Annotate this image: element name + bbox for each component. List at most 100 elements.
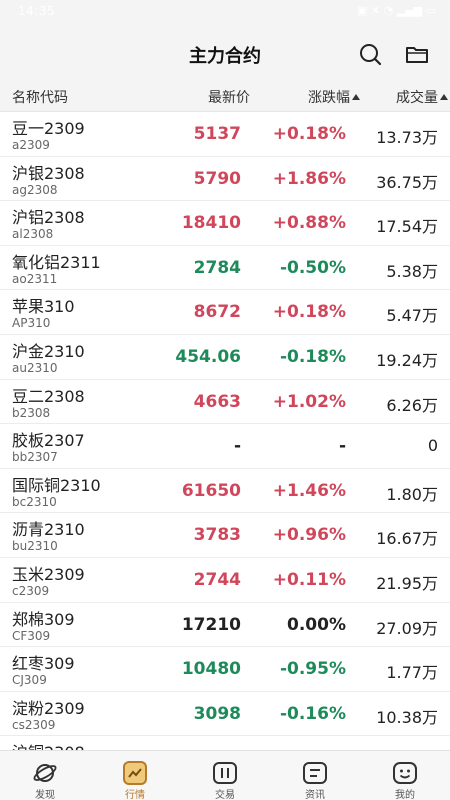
contract-code: ag2308 bbox=[12, 182, 58, 197]
change-percent: -0.18% bbox=[279, 346, 346, 367]
contract-code: c2309 bbox=[12, 583, 50, 598]
tab-market[interactable]: 行情 bbox=[90, 751, 180, 800]
search-button[interactable] bbox=[356, 40, 384, 68]
tab-discover[interactable]: 发现 bbox=[0, 751, 90, 800]
tab-mine[interactable]: 我的 bbox=[360, 751, 450, 800]
trade-icon bbox=[213, 762, 237, 784]
change-percent: - bbox=[338, 436, 346, 457]
contract-code: cs2309 bbox=[12, 717, 56, 732]
last-price: 3783 bbox=[193, 525, 241, 546]
folder-icon bbox=[406, 47, 428, 63]
tab-label: 行情 bbox=[125, 790, 145, 800]
change-percent: -0.16% bbox=[279, 703, 346, 724]
contract-name: 豆二2308 bbox=[12, 386, 85, 406]
change-percent: 0.00% bbox=[287, 614, 346, 635]
quote-row[interactable]: 郑棉309 CF309 17210 0.00% 27.09万 bbox=[0, 603, 450, 648]
col-name: 名称代码 bbox=[12, 90, 68, 106]
contract-code: al2308 bbox=[12, 227, 54, 242]
change-percent: +0.11% bbox=[272, 569, 346, 590]
change-percent: -0.95% bbox=[279, 659, 346, 680]
search-icon bbox=[360, 44, 382, 66]
col-price[interactable]: 最新价 bbox=[208, 87, 250, 107]
contract-name: 沪银2308 bbox=[12, 163, 85, 183]
quote-row[interactable]: 豆二2308 b2308 4663 +1.02% 6.26万 bbox=[0, 380, 450, 425]
contract-name: 胶板2307 bbox=[12, 431, 85, 451]
contract-name: 淀粉2309 bbox=[12, 698, 85, 718]
contract-name: 苹果310 bbox=[12, 297, 75, 317]
header: 主力合约 bbox=[0, 26, 450, 80]
quote-row[interactable]: 沪铝2308 al2308 18410 +0.88% 17.54万 bbox=[0, 201, 450, 246]
volume: 21.95万 bbox=[376, 573, 438, 593]
col-volume-label: 成交量 bbox=[396, 90, 438, 106]
news-icon bbox=[303, 762, 327, 784]
tab-label: 我的 bbox=[395, 790, 415, 800]
volume: 5.47万 bbox=[386, 306, 438, 326]
contract-code: AP310 bbox=[12, 316, 51, 331]
quote-row[interactable]: 氧化铝2311 ao2311 2784 -0.50% 5.38万 bbox=[0, 246, 450, 291]
volume: 6.26万 bbox=[386, 395, 438, 415]
quote-row[interactable]: 胶板2307 bb2307 - - 0 bbox=[0, 424, 450, 469]
volume: 17.54万 bbox=[376, 217, 438, 237]
sort-icon bbox=[440, 94, 448, 100]
contract-name: 豆一2309 bbox=[12, 119, 85, 138]
volume: 19.24万 bbox=[376, 350, 438, 370]
quote-row[interactable]: 沪金2310 au2310 454.06 -0.18% 19.24万 bbox=[0, 335, 450, 380]
change-percent: +0.18% bbox=[272, 302, 346, 323]
volume: 0 bbox=[427, 436, 438, 456]
status-bar: 14:35 ▣ ✕ ◔ ▂▄▆ ▭ bbox=[0, 0, 450, 26]
change-percent: +0.96% bbox=[272, 525, 346, 546]
last-price: 17210 bbox=[181, 614, 241, 635]
sort-icon bbox=[352, 94, 360, 100]
last-price: 10480 bbox=[181, 659, 241, 680]
change-percent: +0.88% bbox=[272, 213, 346, 234]
contract-code: bc2310 bbox=[12, 494, 57, 509]
contract-code: bb2307 bbox=[12, 450, 58, 465]
contract-name: 国际铜2310 bbox=[12, 475, 101, 495]
quote-row[interactable]: 国际铜2310 bc2310 61650 +1.46% 1.80万 bbox=[0, 469, 450, 514]
smiley-icon bbox=[393, 762, 417, 784]
volume: 1.80万 bbox=[386, 484, 438, 504]
contract-name: 红枣309 bbox=[12, 654, 75, 674]
volume: 36.75万 bbox=[376, 172, 438, 192]
col-change-label: 涨跌幅 bbox=[308, 90, 350, 106]
contract-name: 沪铜2308 bbox=[12, 739, 85, 750]
tab-label: 交易 bbox=[215, 790, 235, 800]
quote-row[interactable]: 淀粉2309 cs2309 3098 -0.16% 10.38万 bbox=[0, 692, 450, 737]
change-percent: +1.86% bbox=[272, 168, 346, 189]
tab-label: 资讯 bbox=[305, 790, 325, 800]
quote-row[interactable]: 红枣309 CJ309 10480 -0.95% 1.77万 bbox=[0, 647, 450, 692]
col-volume[interactable]: 成交量 bbox=[396, 87, 448, 107]
quote-list[interactable]: 豆一2309 a2309 5137 +0.18% 13.73万 沪银2308 ag2308 5… bbox=[0, 112, 450, 750]
contract-code: CJ309 bbox=[12, 673, 47, 688]
contract-name: 沥青2310 bbox=[12, 520, 85, 540]
bottom-tab-bar: 发现 行情 交易 资讯 我的 bbox=[0, 750, 450, 800]
volume: 16.67万 bbox=[376, 529, 438, 549]
last-price: 5137 bbox=[193, 124, 241, 144]
last-price: 18410 bbox=[181, 213, 241, 234]
tab-trade[interactable]: 交易 bbox=[180, 751, 270, 800]
change-percent: +1.46% bbox=[272, 480, 346, 501]
change-percent: +1.02% bbox=[272, 391, 346, 412]
status-time: 14:35 bbox=[18, 4, 56, 18]
quote-row[interactable]: 沪铜2308 bbox=[0, 736, 450, 750]
quote-row[interactable]: 玉米2309 c2309 2744 +0.11% 21.95万 bbox=[0, 558, 450, 603]
contract-code: au2310 bbox=[12, 360, 58, 375]
last-price: 2784 bbox=[193, 257, 241, 278]
last-price: 4663 bbox=[193, 391, 241, 412]
last-price: 5790 bbox=[193, 168, 241, 189]
col-change[interactable]: 涨跌幅 bbox=[308, 87, 360, 107]
quote-row[interactable]: 沥青2310 bu2310 3783 +0.96% 16.67万 bbox=[0, 513, 450, 558]
tab-news[interactable]: 资讯 bbox=[270, 751, 360, 800]
quote-row[interactable]: 豆一2309 a2309 5137 +0.18% 13.73万 bbox=[0, 112, 450, 157]
last-price: 454.06 bbox=[175, 346, 241, 367]
contract-code: CF309 bbox=[12, 628, 51, 643]
quote-row[interactable]: 沪银2308 ag2308 5790 +1.86% 36.75万 bbox=[0, 157, 450, 202]
contract-name: 玉米2309 bbox=[12, 564, 85, 584]
change-percent: +0.18% bbox=[272, 124, 346, 144]
quote-row[interactable]: 苹果310 AP310 8672 +0.18% 5.47万 bbox=[0, 290, 450, 335]
folder-button[interactable] bbox=[402, 40, 432, 68]
contract-code: b2308 bbox=[12, 405, 51, 420]
volume: 27.09万 bbox=[376, 618, 438, 638]
status-icons: ▣ ✕ ◔ ▂▄▆ ▭ bbox=[357, 4, 436, 17]
contract-code: a2309 bbox=[12, 138, 50, 152]
